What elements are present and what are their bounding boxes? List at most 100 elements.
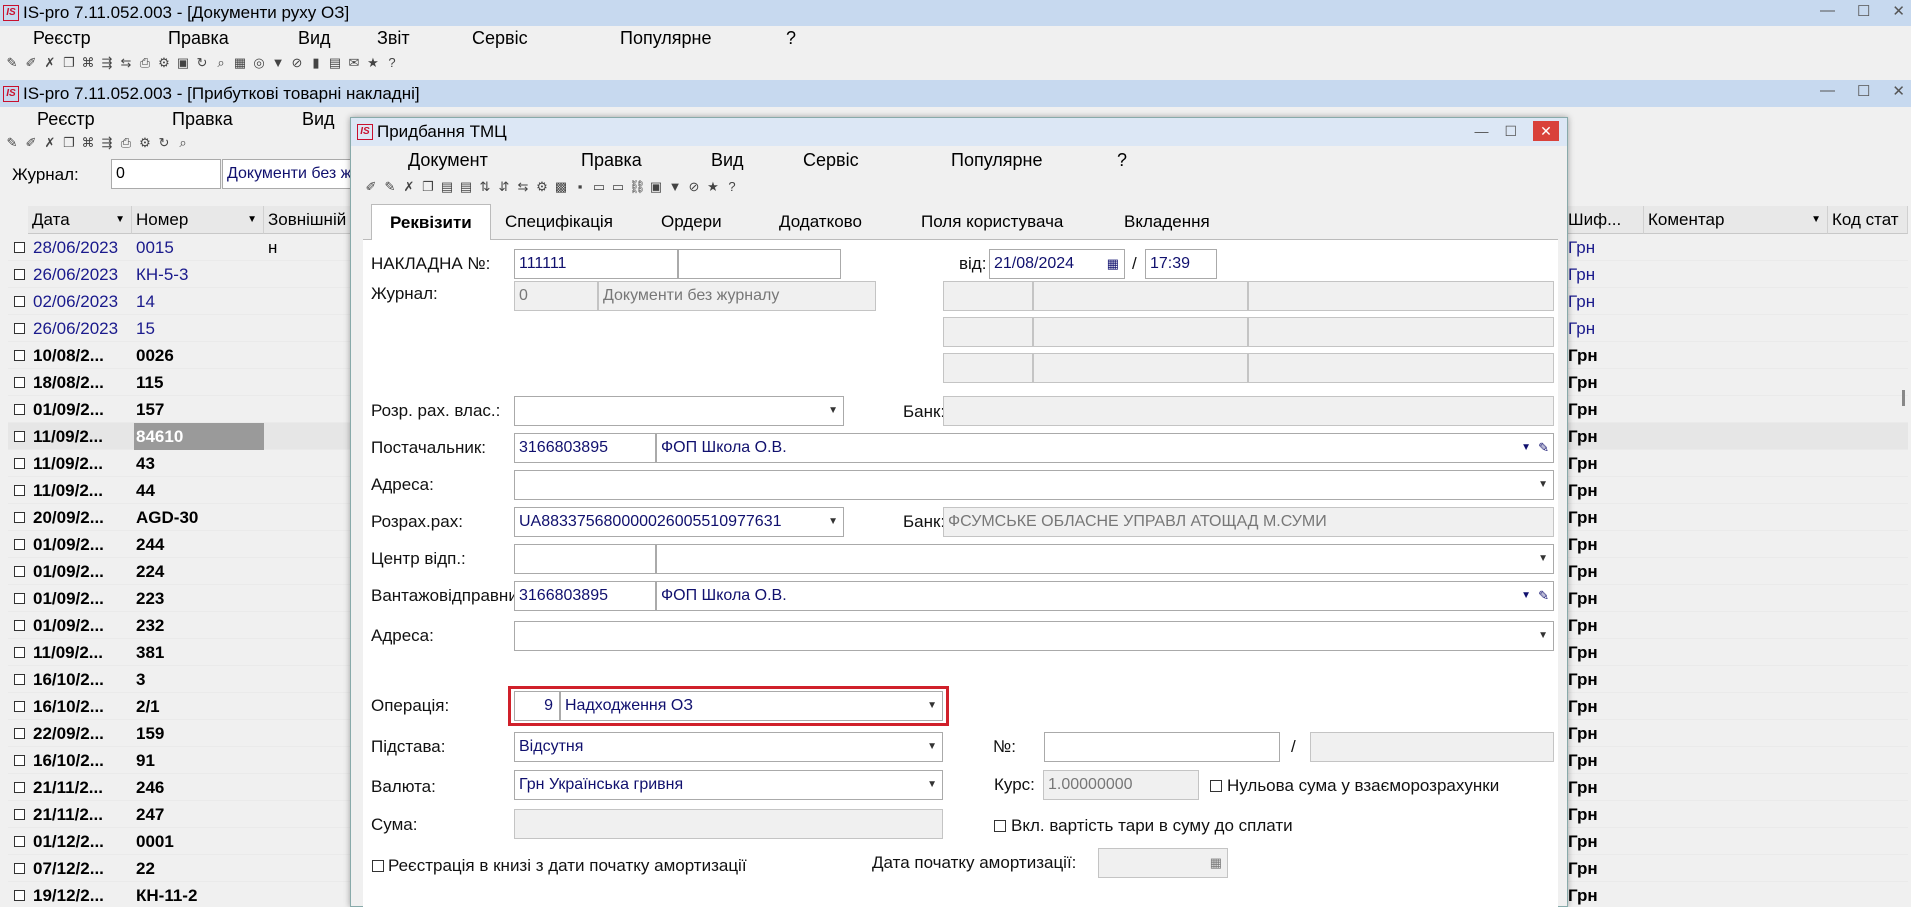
- chevron-down-icon[interactable]: ▼: [927, 733, 937, 761]
- row-checkbox[interactable]: [14, 377, 25, 388]
- menu-registry[interactable]: Реєстр: [33, 28, 91, 49]
- shipper-name-field[interactable]: ФОП Школа О.В. ▼ ✎: [656, 581, 1554, 611]
- debit-credit2-icon[interactable]: ⇵: [496, 179, 512, 195]
- dialog-maximize-icon[interactable]: ☐: [1504, 123, 1517, 140]
- row-checkbox[interactable]: [14, 674, 25, 685]
- journal-code-field[interactable]: 0: [111, 159, 221, 189]
- time-field[interactable]: 17:39: [1145, 249, 1217, 279]
- add-icon[interactable]: ✎: [382, 179, 398, 195]
- menu-help[interactable]: ?: [786, 28, 796, 49]
- tab-user-fields[interactable]: Поля користувача: [903, 204, 1081, 240]
- close-icon[interactable]: ✕: [1892, 82, 1905, 100]
- chevron-down-icon[interactable]: ▼: [1538, 622, 1548, 650]
- invoice-suffix-field[interactable]: [678, 249, 841, 279]
- dlg-menu-help[interactable]: ?: [1117, 150, 1127, 171]
- dlg-menu-edit[interactable]: Правка: [581, 150, 642, 171]
- help-icon[interactable]: ?: [384, 55, 400, 71]
- debit-credit-icon[interactable]: ⇅: [477, 179, 493, 195]
- print-icon[interactable]: ⎙: [137, 55, 153, 71]
- help-icon[interactable]: ?: [724, 179, 740, 195]
- maximize-icon[interactable]: ☐: [1857, 2, 1870, 20]
- chevron-down-icon[interactable]: ▼: [828, 508, 838, 536]
- minimize-icon[interactable]: —: [1820, 82, 1835, 100]
- new-icon[interactable]: ✎: [4, 135, 20, 151]
- row-checkbox[interactable]: [14, 512, 25, 523]
- tab-requisites[interactable]: Реквізити: [371, 204, 491, 240]
- delete-icon[interactable]: ✗: [42, 55, 58, 71]
- clear-filter-icon[interactable]: ⊘: [289, 55, 305, 71]
- delete-icon[interactable]: ✗: [42, 135, 58, 151]
- shipper-code-field[interactable]: 3166803895: [514, 581, 656, 611]
- tree-icon[interactable]: ⌘: [80, 55, 96, 71]
- settings-icon[interactable]: ⚙: [534, 179, 550, 195]
- scrollbar-thumb[interactable]: [1902, 390, 1905, 406]
- settings-icon[interactable]: ⚙: [137, 135, 153, 151]
- tab-orders[interactable]: Ордери: [643, 204, 740, 240]
- row-checkbox[interactable]: [14, 242, 25, 253]
- shipper-address-select[interactable]: ▼: [514, 621, 1554, 651]
- clear-filter-icon[interactable]: ⊘: [686, 179, 702, 195]
- favorite-icon[interactable]: ★: [365, 55, 381, 71]
- mail-icon[interactable]: ✉: [346, 55, 362, 71]
- row-checkbox[interactable]: [14, 593, 25, 604]
- row-checkbox[interactable]: [14, 890, 25, 901]
- row-checkbox[interactable]: [14, 539, 25, 550]
- resp-center-select[interactable]: ▼: [656, 544, 1554, 574]
- copy-icon[interactable]: ❐: [61, 55, 77, 71]
- link-icon[interactable]: ⛓: [629, 179, 646, 195]
- reg-book-checkbox[interactable]: [372, 860, 384, 872]
- row-checkbox[interactable]: [14, 782, 25, 793]
- row-checkbox[interactable]: [14, 755, 25, 766]
- search-icon[interactable]: ⌕: [175, 135, 191, 151]
- copy-icon[interactable]: ❐: [61, 135, 77, 151]
- row-checkbox[interactable]: [14, 566, 25, 577]
- filter-icon[interactable]: ▼: [667, 179, 683, 195]
- chevron-down-icon[interactable]: ▼: [927, 771, 937, 799]
- supplier-name-field[interactable]: ФОП Школа О.В. ▼ ✎: [656, 433, 1554, 463]
- row-checkbox[interactable]: [14, 485, 25, 496]
- menu-service[interactable]: Сервіс: [472, 28, 528, 49]
- settings-icon[interactable]: ⚙: [156, 55, 172, 71]
- dialog-close-icon[interactable]: ✕: [1533, 121, 1559, 141]
- book2-icon[interactable]: ▭: [610, 179, 626, 195]
- edit-icon[interactable]: ✐: [23, 55, 39, 71]
- row-checkbox[interactable]: [14, 269, 25, 280]
- row-checkbox[interactable]: [14, 431, 25, 442]
- search-icon[interactable]: ⌕: [213, 55, 229, 71]
- stamp-icon[interactable]: ▣: [175, 55, 191, 71]
- row-checkbox[interactable]: [14, 728, 25, 739]
- table-icon[interactable]: ▦: [232, 55, 248, 71]
- tree-icon[interactable]: ⌘: [80, 135, 96, 151]
- menu-report[interactable]: Звіт: [377, 28, 410, 49]
- minimize-icon[interactable]: —: [1820, 2, 1835, 20]
- menu-registry[interactable]: Реєстр: [37, 109, 95, 130]
- journal-name-field[interactable]: Документи без ж: [222, 159, 352, 189]
- doc-icon[interactable]: ▤: [439, 179, 455, 195]
- chart-icon[interactable]: ▮: [308, 55, 324, 71]
- row-checkbox[interactable]: [14, 323, 25, 334]
- print-icon[interactable]: ⎙: [118, 135, 134, 151]
- row-checkbox[interactable]: [14, 836, 25, 847]
- own-account-select[interactable]: ▼: [514, 396, 844, 426]
- row-checkbox[interactable]: [14, 809, 25, 820]
- row-checkbox[interactable]: [14, 620, 25, 631]
- tab-specification[interactable]: Специфікація: [487, 204, 631, 240]
- calendar-icon[interactable]: ▦: [1107, 250, 1119, 278]
- doc2-icon[interactable]: ▤: [458, 179, 474, 195]
- merge-icon[interactable]: ⇶: [99, 135, 115, 151]
- row-checkbox[interactable]: [14, 350, 25, 361]
- dlg-menu-view[interactable]: Вид: [711, 150, 744, 171]
- tab-additional[interactable]: Додатково: [761, 204, 880, 240]
- resp-center-code-field[interactable]: [514, 544, 656, 574]
- book-icon[interactable]: ▭: [591, 179, 607, 195]
- row-checkbox[interactable]: [14, 458, 25, 469]
- stamp-icon[interactable]: ▣: [648, 179, 664, 195]
- col-date-header[interactable]: Дата ▼: [28, 206, 132, 234]
- copy-icon[interactable]: ❐: [420, 179, 436, 195]
- operation-code-field[interactable]: 9: [514, 691, 560, 721]
- date-field[interactable]: 21/08/2024 ▦: [989, 249, 1125, 279]
- row-checkbox[interactable]: [14, 647, 25, 658]
- chevron-down-icon[interactable]: ▼: [1521, 434, 1531, 462]
- col-number-header[interactable]: Номер ▼: [132, 206, 264, 234]
- row-checkbox[interactable]: [14, 404, 25, 415]
